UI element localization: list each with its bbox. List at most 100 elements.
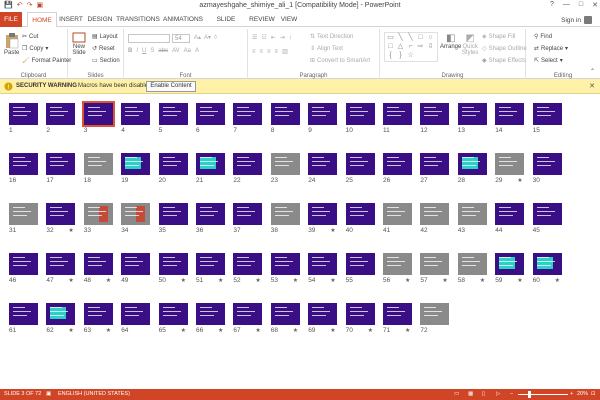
slide-thumbnail[interactable]: 1 bbox=[9, 103, 38, 137]
fit-slide-icon[interactable]: ⊡ bbox=[591, 391, 596, 397]
slide-thumbnail[interactable]: 39 ★ bbox=[308, 203, 338, 237]
slide-thumbnail[interactable]: 5 bbox=[158, 103, 188, 137]
slide-thumbnail[interactable]: 33 bbox=[83, 203, 113, 237]
slide-thumbnail[interactable]: 66 ★ bbox=[196, 303, 225, 337]
close-button[interactable]: ✕ bbox=[592, 1, 598, 9]
tab-home[interactable]: HOME bbox=[27, 12, 57, 28]
slide-thumbnail[interactable]: 61 bbox=[9, 303, 38, 337]
slide-thumbnail[interactable]: 53 ★ bbox=[270, 253, 300, 287]
normal-view-icon[interactable]: ▭ bbox=[454, 391, 459, 397]
cut-button[interactable]: ✂ Cut bbox=[22, 33, 38, 41]
slide-thumbnail[interactable]: 62 ★ bbox=[46, 303, 76, 337]
new-slide-button[interactable]: New Slide bbox=[72, 32, 86, 56]
slide-thumbnail[interactable]: 38 bbox=[270, 203, 300, 237]
case-icon[interactable]: Aa bbox=[184, 48, 191, 54]
enable-content-button[interactable]: Enable Content bbox=[146, 81, 196, 92]
font-name-field[interactable] bbox=[128, 34, 170, 43]
select-button[interactable]: ⇱ Select ▾ bbox=[534, 57, 563, 65]
close-icon[interactable]: ✕ bbox=[589, 82, 595, 90]
slide-thumbnail[interactable]: 34 bbox=[121, 203, 151, 237]
arrow-shape-icon[interactable]: ⇨ bbox=[416, 43, 425, 51]
shadow-icon[interactable]: S bbox=[150, 48, 154, 54]
oval-shape-icon[interactable]: ○ bbox=[426, 34, 435, 42]
strike-icon[interactable]: abc bbox=[158, 48, 168, 54]
quick-styles-button[interactable]: ◩ Quick Styles bbox=[462, 33, 478, 56]
slide-thumbnail[interactable]: 8 bbox=[270, 103, 300, 137]
slide-thumbnail[interactable]: 50 ★ bbox=[158, 253, 188, 287]
underline-icon[interactable]: U bbox=[142, 48, 146, 54]
slide-thumbnail[interactable]: 2 bbox=[46, 103, 76, 137]
slide-thumbnail[interactable]: 69 ★ bbox=[308, 303, 338, 337]
align-left-icon[interactable]: ≡ bbox=[252, 49, 256, 55]
slide-thumbnail[interactable]: 71 ★ bbox=[383, 303, 412, 337]
copy-button[interactable]: ❐ Copy ▾ bbox=[22, 45, 48, 53]
grow-font-icon[interactable]: A▴ bbox=[194, 34, 201, 41]
slide-thumbnail[interactable]: 43 bbox=[457, 203, 487, 237]
slide-thumbnail[interactable]: 44 bbox=[495, 203, 525, 237]
slide-thumbnail[interactable]: 60 ★ bbox=[532, 253, 562, 287]
increase-indent-icon[interactable]: ⇥ bbox=[280, 34, 285, 41]
tab-transitions[interactable]: TRANSITIONS bbox=[116, 12, 160, 27]
slide-thumbnail[interactable]: 27 bbox=[420, 153, 450, 187]
zoom-out-icon[interactable]: − bbox=[510, 391, 513, 397]
slide-thumbnail[interactable]: 13 bbox=[457, 103, 487, 137]
slide-thumbnail[interactable]: 24 bbox=[308, 153, 338, 187]
slide-thumbnail[interactable]: 32 ★ bbox=[46, 203, 76, 237]
italic-icon[interactable]: I bbox=[136, 48, 138, 54]
tab-slide-show[interactable]: SLIDE SHOW bbox=[206, 12, 246, 38]
brace-shape-icon[interactable]: } bbox=[396, 52, 405, 60]
slide-thumbnail[interactable]: 21 bbox=[196, 153, 225, 187]
slide-thumbnail[interactable]: 23 bbox=[270, 153, 300, 187]
slide-thumbnail[interactable]: 35 bbox=[158, 203, 188, 237]
maximize-button[interactable]: □ bbox=[579, 1, 583, 9]
bullets-icon[interactable]: ☰ bbox=[252, 34, 257, 41]
decrease-indent-icon[interactable]: ⇤ bbox=[271, 34, 276, 41]
slide-thumbnail[interactable]: 65 ★ bbox=[158, 303, 188, 337]
slide-thumbnail[interactable]: 7 bbox=[233, 103, 263, 137]
format-painter-button[interactable]: 🖌 Format Painter bbox=[22, 57, 71, 65]
shapes-gallery[interactable]: ▭ ╲ ╲ □ ○ □ △ ⌐ ⇨ ⇩ { } ☆ bbox=[384, 32, 438, 62]
font-size-field[interactable]: 54 bbox=[172, 34, 190, 43]
section-button[interactable]: ▭ Section bbox=[92, 57, 120, 65]
slide-thumbnail[interactable]: 30 bbox=[532, 153, 562, 187]
paste-button[interactable]: Paste bbox=[4, 33, 19, 56]
corner-shape-icon[interactable]: ⌐ bbox=[406, 43, 415, 51]
slide-thumbnail[interactable]: 9 bbox=[308, 103, 338, 137]
slide-thumbnail[interactable]: 10 bbox=[345, 103, 375, 137]
collapse-ribbon-icon[interactable]: ⌃ bbox=[590, 68, 595, 75]
slide-thumbnail[interactable]: 58 ★ bbox=[457, 253, 487, 287]
find-button[interactable]: ⚲ Find bbox=[534, 33, 552, 41]
star-shape-icon[interactable]: ☆ bbox=[406, 52, 415, 60]
slide-thumbnail[interactable]: 72 bbox=[420, 303, 450, 337]
slide-thumbnail[interactable]: 40 bbox=[345, 203, 375, 237]
tab-design[interactable]: DESIGN bbox=[86, 12, 114, 27]
slide-thumbnail[interactable]: 57 ★ bbox=[420, 253, 450, 287]
arrow-shape-icon[interactable]: ⇩ bbox=[426, 43, 435, 51]
tab-animations[interactable]: ANIMATIONS bbox=[162, 12, 204, 27]
rectangle-shape-icon[interactable]: ▭ bbox=[386, 34, 395, 42]
slide-thumbnail[interactable]: 22 bbox=[233, 153, 263, 187]
slide-sorter[interactable]: 1 2 3 4 5 6 7 8 9 10 11 12 13 14 15 16 17 18 19 20 21 22 23 24 2… bbox=[0, 94, 600, 389]
slide-thumbnail[interactable]: 16 bbox=[9, 153, 38, 187]
slide-thumbnail[interactable]: 41 bbox=[383, 203, 412, 237]
zoom-in-icon[interactable]: + bbox=[570, 391, 573, 397]
slide-thumbnail[interactable]: 64 bbox=[121, 303, 151, 337]
slide-thumbnail[interactable]: 49 bbox=[121, 253, 151, 287]
line-shape-icon[interactable]: ╲ bbox=[396, 34, 405, 42]
slide-thumbnail[interactable]: 6 bbox=[196, 103, 225, 137]
tab-review[interactable]: REVIEW bbox=[248, 12, 276, 27]
layout-button[interactable]: ▤ Layout bbox=[92, 33, 118, 41]
font-color-icon[interactable]: A bbox=[195, 48, 199, 54]
reading-view-icon[interactable]: ▯ bbox=[482, 391, 485, 397]
slide-thumbnail[interactable]: 15 bbox=[532, 103, 562, 137]
bold-icon[interactable]: B bbox=[128, 48, 132, 54]
slide-thumbnail[interactable]: 70 ★ bbox=[345, 303, 375, 337]
zoom-slider[interactable] bbox=[518, 394, 568, 395]
slideshow-view-icon[interactable]: ▷ bbox=[496, 391, 500, 397]
align-center-icon[interactable]: ≡ bbox=[260, 49, 264, 55]
text-direction-button[interactable]: ⇅ Text Direction bbox=[310, 33, 353, 41]
slide-thumbnail[interactable]: 36 bbox=[196, 203, 225, 237]
triangle-shape-icon[interactable]: △ bbox=[396, 43, 405, 51]
justify-icon[interactable]: ≡ bbox=[275, 49, 279, 55]
arrange-button[interactable]: ◧ Arrange bbox=[440, 33, 461, 50]
